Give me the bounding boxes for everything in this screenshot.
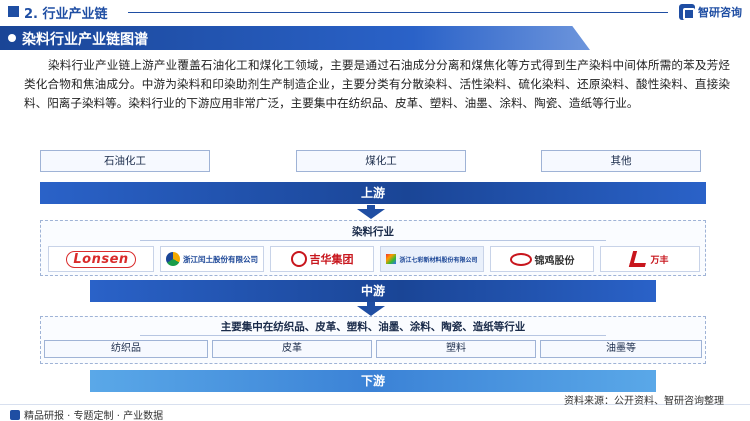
application-plastics: 塑料 — [376, 340, 536, 358]
intro-paragraph: 染料行业产业链上游产业覆盖石油化工和煤化工领域，主要是通过石油成分分离和煤焦化等… — [24, 58, 730, 110]
brand-name: 智研咨询 — [698, 6, 742, 19]
company-logo-jinji: 锦鸡股份 — [490, 246, 594, 272]
downstream-title: 主要集中在纺织品、皮革、塑料、油墨、涂料、陶瓷、造纸等行业 — [220, 321, 526, 333]
downstream-rule — [140, 335, 606, 336]
data-source: 资料来源：公开资料、智研咨询整理 — [564, 396, 724, 407]
qicai-logo-text: 浙江七彩新材料股份有限公司 — [399, 256, 478, 264]
brand: 智研咨询 — [679, 3, 742, 21]
top-bar: 2. 行业产业链 智研咨询 — [0, 0, 750, 24]
wanfeng-logo-text: 万丰 — [650, 255, 669, 266]
company-logo-jihua: 吉华集团 — [270, 246, 374, 272]
footer-tagline-text: 精品研报 · 专题定制 · 产业数据 — [24, 411, 164, 421]
brand-logo-icon — [679, 4, 695, 20]
page-banner: 染料行业产业链图谱 — [0, 26, 590, 50]
wanfeng-logo-icon — [629, 251, 650, 267]
jihua-logo-text: 吉华集团 — [309, 253, 354, 266]
midstream-bar: 中游 — [90, 280, 656, 302]
qicai-logo-icon — [386, 254, 397, 264]
footer-tagline: 精品研报 · 专题定制 · 产业数据 — [10, 407, 163, 421]
section-marker-icon — [8, 6, 19, 17]
lonsen-logo-icon: Lonsen — [66, 250, 136, 268]
application-leather: 皮革 — [212, 340, 372, 358]
source-petrochemical: 石油化工 — [40, 150, 210, 172]
downstream-bar: 下游 — [90, 370, 656, 392]
down-arrow-icon — [357, 306, 385, 316]
application-inks: 油墨等 — [540, 340, 702, 358]
upstream-bar: 上游 — [40, 182, 706, 204]
bullet-icon — [8, 34, 16, 42]
midstream-rule — [140, 240, 606, 241]
company-logo-runtu: 浙江闰土股份有限公司 — [160, 246, 264, 272]
section-title: 2. 行业产业链 — [24, 7, 108, 22]
down-arrow-icon — [357, 209, 385, 219]
header-rule — [128, 12, 668, 13]
application-textiles: 纺织品 — [44, 340, 208, 358]
footer-logo-icon — [10, 409, 20, 420]
footer: 精品研报 · 专题定制 · 产业数据 资料来源：公开资料、智研咨询整理 — [0, 396, 750, 421]
midstream-title: 染料行业 — [352, 226, 394, 238]
company-logo-wanfeng: 万丰 — [600, 246, 700, 272]
jinji-logo-icon — [509, 252, 532, 266]
runtu-logo-text: 浙江闰土股份有限公司 — [183, 254, 258, 264]
source-other: 其他 — [541, 150, 701, 172]
jinji-logo-text: 锦鸡股份 — [534, 255, 575, 267]
company-logo-lonsen: Lonsen — [48, 246, 154, 272]
page-title: 染料行业产业链图谱 — [22, 32, 148, 48]
company-logo-qicai: 浙江七彩新材料股份有限公司 — [380, 246, 484, 272]
runtu-logo-icon — [166, 252, 180, 266]
source-coal-chemical: 煤化工 — [296, 150, 466, 172]
jihua-logo-icon — [290, 251, 307, 267]
